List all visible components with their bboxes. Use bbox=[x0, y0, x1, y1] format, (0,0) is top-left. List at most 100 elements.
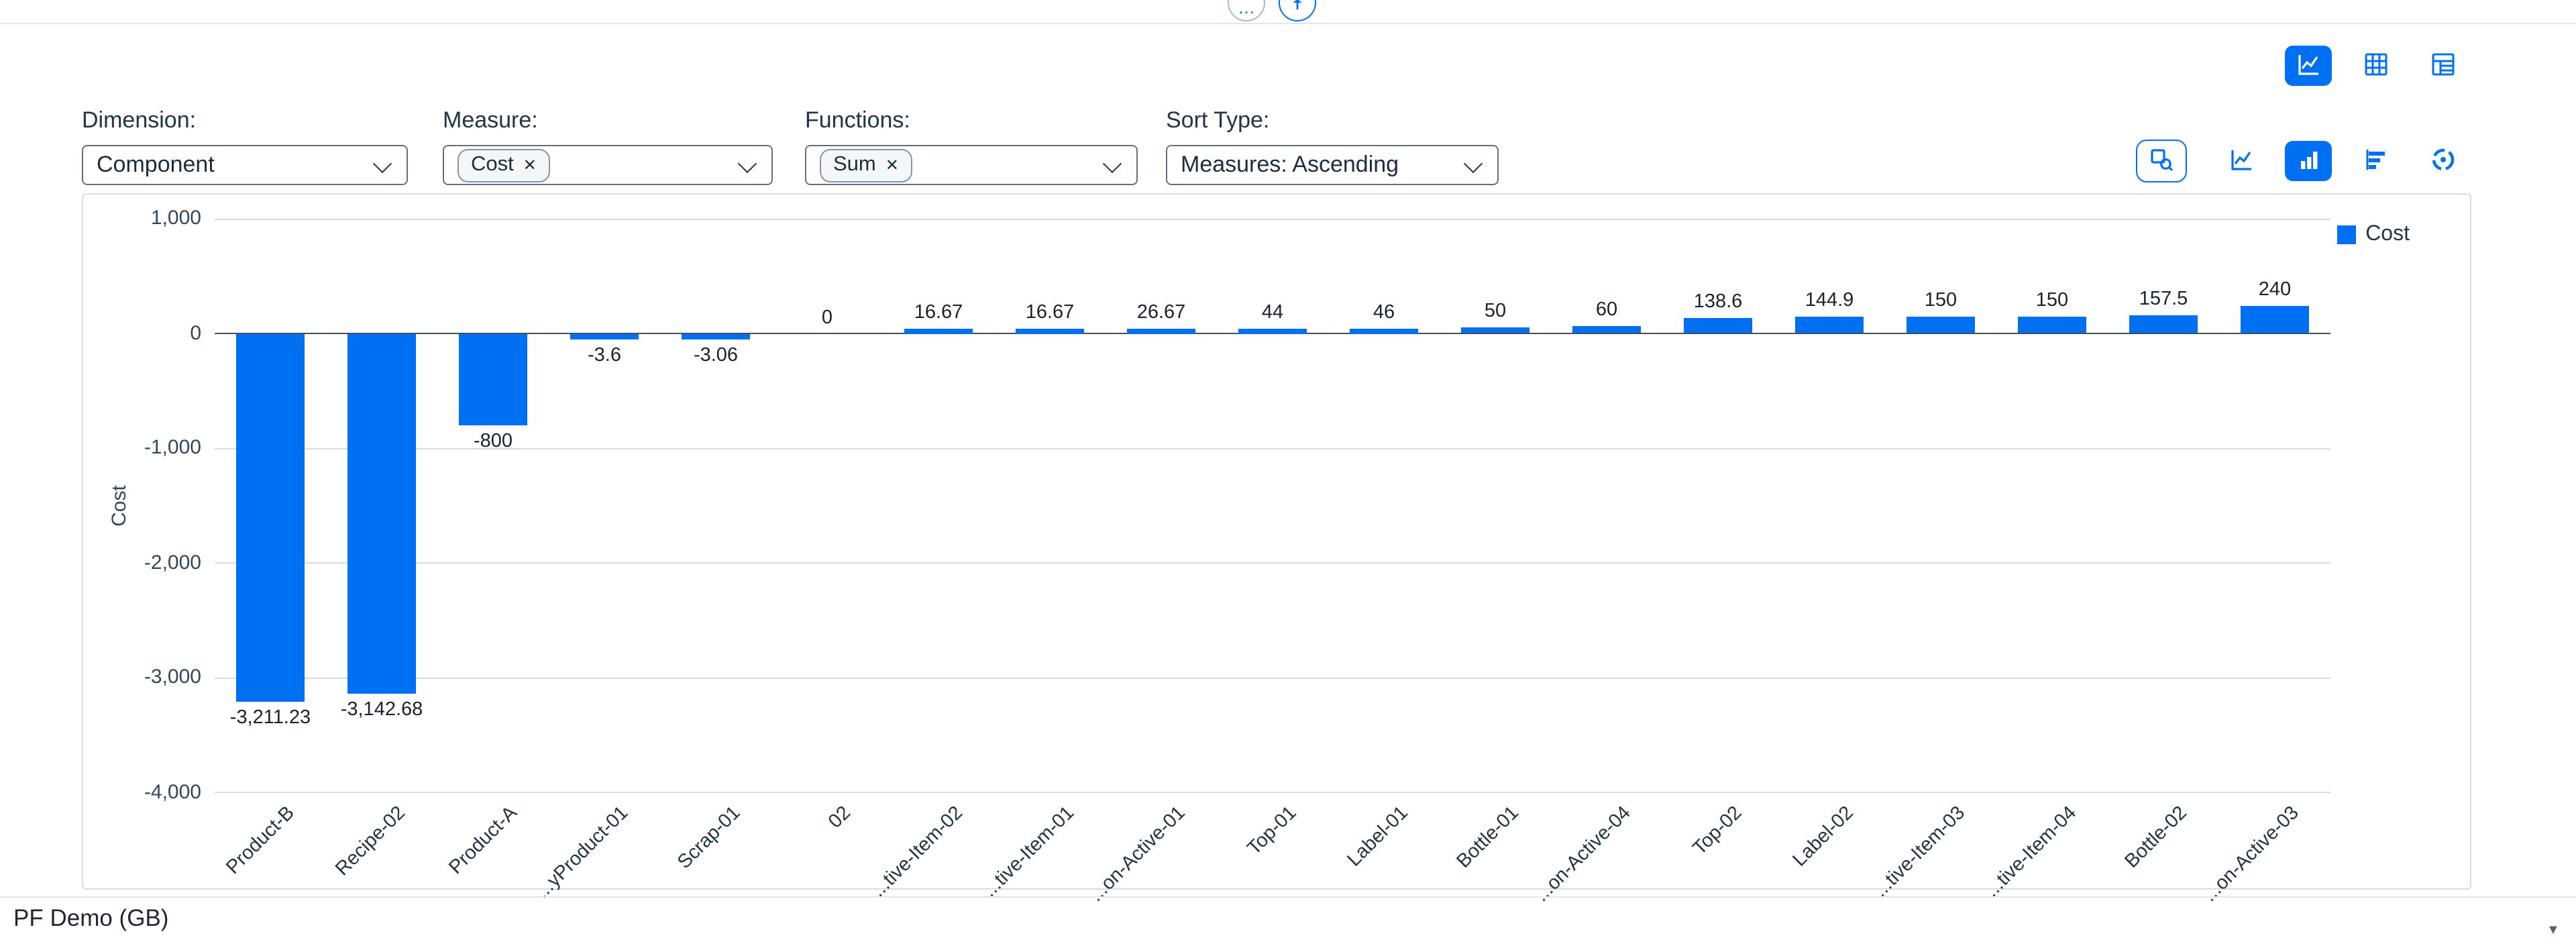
scroll-down-icon[interactable]: ▼ bbox=[2546, 924, 2560, 938]
line-chart-icon bbox=[2228, 146, 2255, 176]
chart-view-button[interactable] bbox=[2285, 46, 2332, 86]
bar[interactable] bbox=[2018, 316, 2086, 333]
ellipsis-icon: … bbox=[1238, 0, 1255, 17]
bar-chart-button[interactable] bbox=[2285, 141, 2332, 181]
line-chart-button[interactable] bbox=[2218, 141, 2265, 181]
category-label: ...yProduct-01 bbox=[532, 802, 633, 903]
value-label: 16.67 bbox=[994, 301, 1106, 323]
category-label: ...tive-Item-04 bbox=[1982, 802, 2081, 902]
bar[interactable] bbox=[682, 333, 750, 339]
bar[interactable] bbox=[1572, 327, 1641, 333]
bar[interactable] bbox=[1350, 328, 1418, 333]
category-label: 02 bbox=[825, 802, 855, 833]
category-label: Top-01 bbox=[1244, 802, 1301, 859]
bar[interactable] bbox=[1461, 327, 1529, 333]
category-label: ...tive-Item-03 bbox=[1870, 802, 1970, 902]
category-label: ...tive-Item-01 bbox=[979, 802, 1079, 902]
bar[interactable] bbox=[1016, 328, 1084, 333]
top-divider bbox=[0, 23, 2576, 24]
category-label: Top-02 bbox=[1689, 802, 1746, 859]
value-label: -3.06 bbox=[660, 344, 771, 366]
app-window: … bbox=[0, 0, 2576, 952]
bar[interactable] bbox=[2129, 315, 2198, 333]
value-label: -3.6 bbox=[549, 344, 660, 366]
bar[interactable] bbox=[347, 333, 416, 694]
functions-token[interactable]: Sum ✕ bbox=[820, 148, 912, 182]
dimension-select[interactable]: Component bbox=[82, 145, 408, 185]
table-rows-icon bbox=[2429, 50, 2456, 81]
gridline bbox=[215, 562, 2330, 564]
bar[interactable] bbox=[1795, 317, 1864, 333]
functions-select[interactable]: Sum ✕ bbox=[805, 145, 1138, 185]
category-label: Bottle-01 bbox=[1454, 802, 1524, 873]
data-source-label: PF Demo (GB) bbox=[13, 904, 168, 933]
sort-type-select[interactable]: Measures: Ascending bbox=[1166, 145, 1499, 185]
bar[interactable] bbox=[236, 333, 305, 702]
bar[interactable] bbox=[904, 328, 973, 333]
measure-select[interactable]: Cost ✕ bbox=[443, 145, 773, 185]
measure-field: Measure: Cost ✕ bbox=[443, 107, 773, 185]
category-label: ...on-Active-03 bbox=[2200, 802, 2304, 906]
bar[interactable] bbox=[1238, 328, 1307, 333]
chart-canvas[interactable]: Cost Cost 1,0000-1,000-2,000-3,000-4,000… bbox=[82, 193, 2471, 890]
value-label: 240 bbox=[2219, 279, 2330, 301]
category-label: Recipe-02 bbox=[333, 802, 411, 880]
zoom-select-icon bbox=[2148, 146, 2175, 176]
legend-label: Cost bbox=[2365, 223, 2410, 247]
functions-field: Functions: Sum ✕ bbox=[805, 107, 1138, 185]
value-label: 60 bbox=[1551, 300, 1662, 321]
chevron-down-icon bbox=[1103, 154, 1122, 173]
value-label: 26.67 bbox=[1106, 301, 1217, 323]
dimension-label: Dimension: bbox=[82, 107, 408, 134]
sort-type-field: Sort Type: Measures: Ascending bbox=[1166, 107, 1499, 185]
y-tick-label: -3,000 bbox=[144, 666, 201, 690]
category-label: Scrap-01 bbox=[674, 802, 745, 874]
token-label: Cost bbox=[471, 153, 514, 177]
horizontal-bar-chart-button[interactable] bbox=[2352, 141, 2399, 181]
chevron-down-icon bbox=[373, 154, 392, 173]
bar[interactable] bbox=[1127, 328, 1195, 333]
bar[interactable] bbox=[1907, 316, 1975, 333]
sort-type-value: Measures: Ascending bbox=[1181, 152, 1399, 178]
bar[interactable] bbox=[570, 333, 639, 339]
bar[interactable] bbox=[2241, 306, 2309, 333]
token-remove-icon[interactable]: ✕ bbox=[885, 157, 899, 173]
chevron-down-icon bbox=[1464, 154, 1483, 173]
value-label: 46 bbox=[1328, 301, 1440, 323]
dimension-value: Component bbox=[97, 152, 215, 178]
value-label: 50 bbox=[1440, 301, 1551, 322]
value-label: -800 bbox=[437, 431, 549, 452]
measure-token[interactable]: Cost ✕ bbox=[458, 148, 550, 182]
footer-divider bbox=[0, 896, 2576, 898]
bar[interactable] bbox=[459, 333, 527, 425]
y-tick-label: 0 bbox=[190, 321, 201, 346]
gridline bbox=[215, 792, 2330, 793]
donut-chart-button[interactable] bbox=[2419, 141, 2466, 181]
horizontal-bar-chart-icon bbox=[2362, 146, 2389, 176]
legend-swatch bbox=[2337, 225, 2356, 244]
y-axis-title: Cost bbox=[108, 485, 131, 527]
zoom-select-button[interactable] bbox=[2136, 140, 2187, 182]
gridline bbox=[215, 677, 2330, 678]
gridline bbox=[215, 218, 2330, 219]
category-label: Product-A bbox=[445, 802, 522, 879]
token-remove-icon[interactable]: ✕ bbox=[523, 157, 537, 173]
split-view-button[interactable] bbox=[2419, 46, 2466, 86]
value-label: -3,211.23 bbox=[215, 707, 326, 729]
value-label: 44 bbox=[1217, 301, 1328, 323]
category-label: ...tive-Item-02 bbox=[868, 802, 967, 902]
value-label: 150 bbox=[1885, 289, 1996, 311]
table-view-button[interactable] bbox=[2352, 46, 2399, 86]
legend[interactable]: Cost bbox=[2337, 223, 2410, 247]
y-tick-label: -1,000 bbox=[144, 436, 201, 460]
pin-button[interactable] bbox=[1279, 0, 1316, 21]
bar[interactable] bbox=[1684, 317, 1752, 333]
y-tick-label: -4,000 bbox=[144, 780, 201, 804]
value-label: 16.67 bbox=[883, 301, 994, 323]
bar-chart-icon bbox=[2295, 146, 2322, 176]
measure-label: Measure: bbox=[443, 107, 773, 134]
value-label: 157.5 bbox=[2108, 288, 2219, 310]
category-label: ...on-Active-01 bbox=[1086, 802, 1190, 906]
value-label: 138.6 bbox=[1662, 290, 1774, 312]
more-actions-button[interactable]: … bbox=[1228, 0, 1265, 21]
